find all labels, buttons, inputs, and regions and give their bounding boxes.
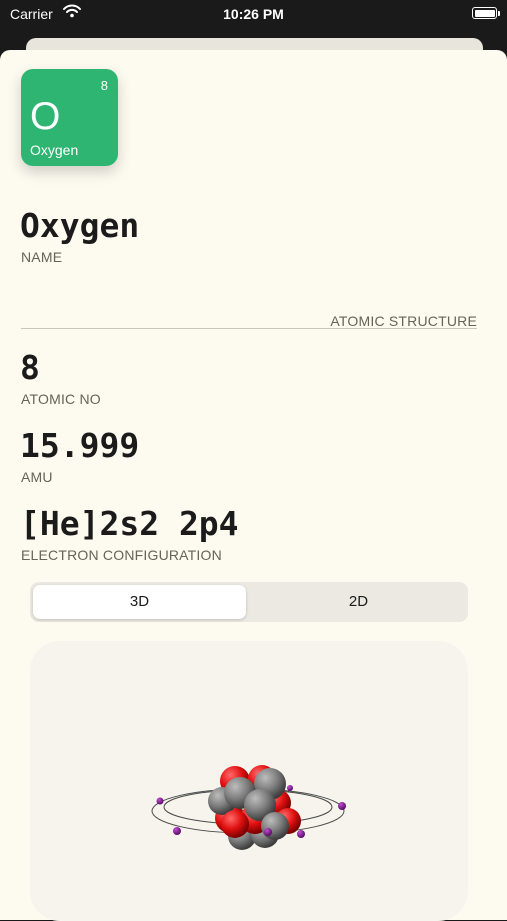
atom-model	[151, 765, 346, 850]
atomic-number-label: ATOMIC NO	[21, 391, 101, 407]
electron-config-value: [He]2s2 2p4	[20, 504, 239, 543]
tile-name: Oxygen	[30, 142, 79, 158]
view-mode-toggle[interactable]: 3D 2D	[30, 582, 468, 622]
element-tile: 8 O Oxygen	[21, 69, 118, 166]
atomic-number-value: 8	[20, 348, 40, 387]
electron-config-label: ELECTRON CONFIGURATION	[21, 547, 222, 563]
status-bar: Carrier 10:26 PM	[0, 0, 507, 30]
amu-label: AMU	[21, 469, 53, 485]
nucleus	[208, 765, 301, 850]
name-label: NAME	[21, 249, 63, 265]
tile-symbol: O	[30, 95, 61, 138]
battery-tip	[498, 11, 500, 16]
tile-atomic-number: 8	[100, 78, 108, 93]
section-divider	[21, 328, 477, 329]
element-name: Oxygen	[20, 206, 140, 245]
battery-icon	[472, 7, 497, 19]
segment-2d[interactable]: 2D	[252, 585, 465, 619]
segment-3d[interactable]: 3D	[33, 585, 246, 619]
status-time: 10:26 PM	[223, 6, 284, 22]
atom-model-viewer[interactable]	[30, 641, 468, 921]
section-header-atomic-structure: ATOMIC STRUCTURE	[330, 313, 477, 329]
amu-value: 15.999	[20, 426, 140, 465]
